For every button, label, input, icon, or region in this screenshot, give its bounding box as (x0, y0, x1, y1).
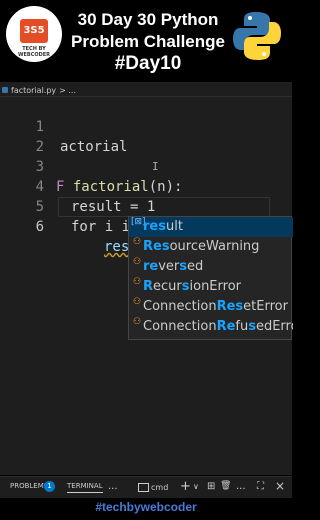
split-terminal-icon[interactable]: ⊞ (207, 481, 215, 492)
add-terminal-icon[interactable]: + (180, 479, 191, 494)
breadcrumb-more[interactable]: > ... (59, 86, 76, 95)
suggestion-item[interactable]: ⚇ ConnectionResetError (129, 297, 293, 317)
rest-text: ecur (153, 279, 182, 294)
rest-text: fu (235, 319, 249, 334)
class-icon: ⚇ (132, 237, 142, 247)
class-icon: ⚇ (132, 257, 142, 267)
code-line-1: 1 actorial I (0, 97, 292, 173)
title-line-2: Problem Challenge (71, 32, 225, 51)
rest-text: edError (255, 319, 293, 334)
python-file-icon (2, 87, 8, 93)
rest-text: ed (187, 259, 204, 274)
rest-text: ionError (189, 279, 242, 294)
class-icon: ⚇ (132, 317, 142, 327)
python-logo-icon (233, 12, 281, 60)
rest-text: etError (243, 299, 288, 314)
match-text: re (143, 259, 159, 274)
suggestion-item[interactable]: [⊠] result (129, 217, 293, 237)
variable-icon: [⊠] (131, 217, 146, 227)
suggestion-text: ConnectionRefusedError (143, 317, 293, 337)
code-line-3: 3 F factorial(n): (0, 137, 292, 195)
rest-text: ult (165, 219, 183, 234)
title-line-1: 30 Day 30 Python (77, 10, 219, 29)
code-line-5: 5 for i in range(1, n+1): (0, 177, 292, 235)
challenge-title: 30 Day 30 Python Problem Challenge #Day1… (58, 9, 238, 75)
line-number: 6 (35, 219, 44, 235)
suggestion-item[interactable]: ⚇ reversed (129, 257, 293, 277)
suggestion-text: ResourceWarning (143, 237, 259, 257)
code-line-6: 6 res (0, 197, 292, 255)
shell-label[interactable]: cmd (151, 483, 168, 492)
prefix-text: Connection (143, 319, 217, 334)
panel-bar: PROBLEMS 1 TERMINAL ... cmd + ∨ ⊞ 🗑 ... … (0, 476, 292, 499)
class-icon: ⚇ (132, 277, 142, 287)
match-text: res (143, 219, 166, 234)
match-text: Res (143, 239, 170, 254)
match-text: s (248, 319, 256, 334)
suggestion-item[interactable]: ⚇ ResourceWarning (129, 237, 293, 257)
suggestion-text: reversed (143, 257, 203, 277)
match-text: R (143, 279, 154, 294)
tab-factorial-py[interactable]: factorial.py > ... (2, 84, 76, 96)
suggestion-text: result (143, 217, 183, 237)
suggestion-text: ConnectionResetError (143, 297, 288, 317)
class-icon: ⚇ (132, 297, 142, 307)
tab-file-label: factorial.py (11, 85, 57, 95)
logo-ring-text: TECH BY WEBCODER (17, 46, 51, 58)
logo-badge: 3S5 (20, 19, 48, 43)
match-text: s (181, 279, 190, 294)
prefix-text: Connection (143, 299, 217, 314)
code-text: res (104, 239, 130, 255)
video-banner: 3S5 TECH BY WEBCODER 30 Day 30 Python Pr… (0, 0, 292, 80)
suggestion-text: RecursionError (143, 277, 241, 297)
suggestion-item[interactable]: ⚇ RecursionError (129, 277, 293, 297)
match-text: Re (216, 319, 236, 334)
match-text: s (179, 259, 188, 274)
match-text: Res (216, 299, 244, 314)
more-icon[interactable]: ... (108, 481, 118, 492)
hashtag-caption: #techbywebcoder (95, 500, 197, 514)
code-line-2: 2 (0, 117, 292, 155)
trash-icon[interactable]: 🗑 (220, 481, 231, 491)
title-line-3: #Day10 (114, 53, 182, 74)
autocomplete-popup: [⊠] result ⚇ ResourceWarning ⚇ reversed … (128, 216, 293, 340)
suggestion-item[interactable]: ⚇ ConnectionRefusedError (129, 317, 293, 337)
code-line-4: 4 result = 1 (0, 157, 292, 215)
rest-text: ver (158, 259, 180, 274)
more-actions-icon[interactable]: ... (236, 481, 246, 492)
terminal-icon (138, 483, 149, 492)
rest-text: ourceWarning (169, 239, 260, 254)
editor-tab-bar: factorial.py > ... (0, 82, 292, 97)
tab-problems[interactable]: PROBLEMS (10, 482, 48, 490)
close-icon[interactable]: × (275, 479, 285, 493)
brand-logo: 3S5 TECH BY WEBCODER (6, 6, 62, 62)
chevron-down-icon[interactable]: ∨ (193, 482, 199, 491)
problems-count-badge: 1 (44, 481, 55, 492)
maximize-icon[interactable]: ⛶ (257, 481, 264, 492)
tab-terminal[interactable]: TERMINAL (67, 482, 103, 493)
